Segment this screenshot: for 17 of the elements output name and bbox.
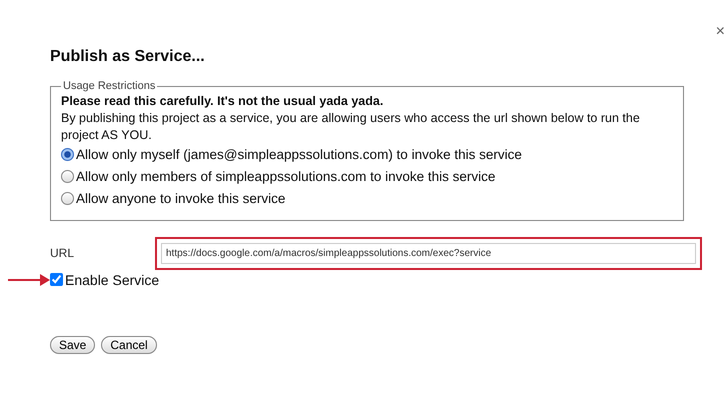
radio-button[interactable]: [61, 170, 74, 184]
enable-checkbox[interactable]: [50, 273, 63, 286]
url-field[interactable]: https://docs.google.com/a/macros/simpleappssolutions.com/exec?service: [155, 236, 702, 270]
radio-button[interactable]: [61, 148, 74, 162]
dialog-button[interactable]: Save: [50, 336, 96, 354]
radio-label: Allow only members of simpleappssolutions.com to invoke this service: [76, 169, 496, 184]
dialog-title: Publish as Service...: [50, 48, 206, 66]
panel-legend: Usage Restrictions: [61, 80, 158, 92]
radio-button[interactable]: [61, 192, 74, 206]
dialog-button[interactable]: Cancel: [101, 336, 157, 354]
radio-label: Allow anyone to invoke this service: [76, 191, 286, 206]
description-text: By publishing this project as a service, you are allowing users who access the url shown below to run the project AS YOU.: [61, 110, 641, 144]
checkbox-label: Enable Service: [65, 272, 160, 288]
warning-text: Please read this carefully. It's not the usual yada yada.: [61, 94, 384, 108]
url-label: URL: [50, 246, 76, 260]
radio-label: Allow only myself (james@simpleappssolutions.com) to invoke this service: [76, 147, 522, 162]
close-button[interactable]: ×: [716, 24, 725, 40]
